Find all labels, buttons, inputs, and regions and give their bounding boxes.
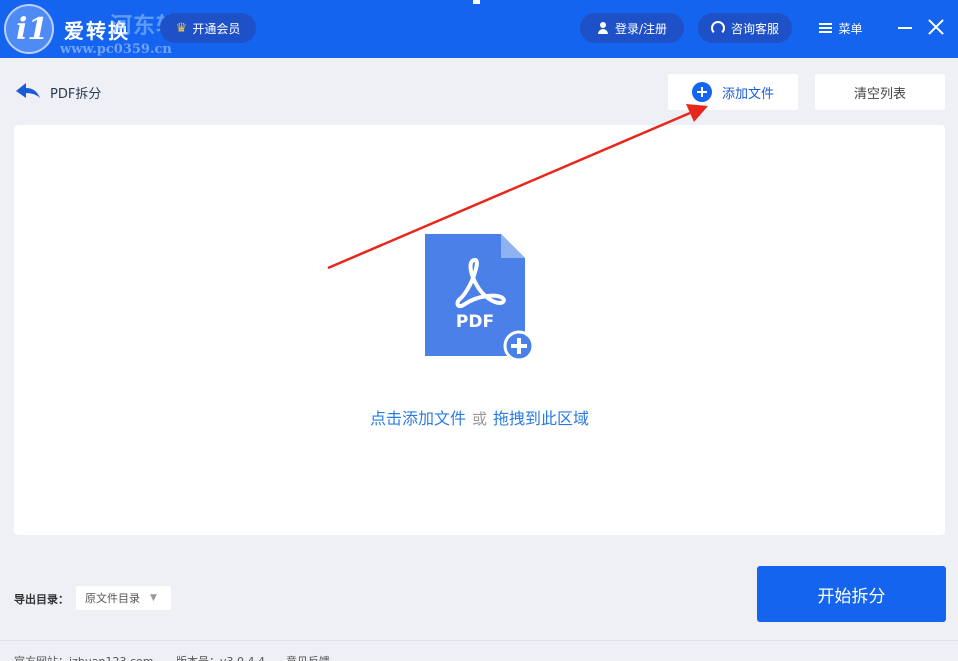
crown-icon: ♛: [175, 20, 188, 36]
logo-glyph: i1: [16, 12, 49, 47]
back-arrow-icon[interactable]: [14, 80, 42, 102]
file-drop-zone[interactable]: PDF 点击添加文件或拖拽到此区域: [14, 125, 945, 535]
footer: 官方网站：izhuan123.com 版本号：v3.0.4.4 意见反馈: [0, 640, 958, 661]
vip-label: 开通会员: [192, 21, 241, 36]
version-text: 版本号：v3.0.4.4: [176, 653, 265, 661]
watermark-url: www.pc0359.cn: [60, 42, 172, 57]
menu-button[interactable]: 菜单: [806, 13, 876, 43]
drop-hint: 点击添加文件或拖拽到此区域: [14, 405, 945, 429]
website-link[interactable]: 官方网站：izhuan123.com: [14, 653, 153, 661]
login-button[interactable]: 登录/注册: [580, 13, 684, 43]
add-file-label: 添加文件: [721, 86, 774, 102]
app-logo: i1: [4, 4, 54, 54]
feedback-link[interactable]: 意见反馈: [286, 653, 330, 661]
output-dir-label: 导出目录：: [14, 593, 69, 606]
menu-icon: [819, 23, 833, 33]
hint-drag-text: 拖拽到此区域: [493, 409, 590, 428]
minimize-icon[interactable]: [898, 27, 912, 29]
vip-button[interactable]: ♛ 开通会员: [160, 13, 256, 43]
plus-circle-icon: [691, 82, 712, 102]
title-notch: [473, 0, 480, 4]
title-bar: i1 爱转换 河东软件园 www.pc0359.cn ♛ 开通会员 登录/注册 …: [0, 0, 958, 58]
user-icon: [597, 22, 609, 34]
service-label: 咨询客服: [730, 21, 779, 36]
start-split-button[interactable]: 开始拆分: [757, 566, 946, 622]
hint-click-text[interactable]: 点击添加文件: [370, 409, 466, 428]
output-dir-select[interactable]: 原文件目录 ▼: [76, 586, 171, 610]
add-file-button[interactable]: 添加文件: [668, 74, 798, 110]
pdf-file-icon[interactable]: PDF: [425, 234, 535, 364]
login-label: 登录/注册: [614, 21, 668, 36]
headset-icon: [710, 21, 725, 35]
output-dir-value: 原文件目录: [85, 592, 140, 605]
clear-list-button[interactable]: 清空列表: [815, 74, 945, 110]
dropdown-caret-icon: ▼: [150, 593, 157, 603]
hint-or-text: 或: [471, 410, 487, 428]
customer-service-button[interactable]: 咨询客服: [698, 13, 792, 43]
close-icon[interactable]: [926, 17, 946, 37]
page-title: PDF拆分: [50, 87, 102, 102]
menu-label: 菜单: [838, 21, 863, 36]
pdf-badge-text: PDF: [456, 312, 494, 332]
